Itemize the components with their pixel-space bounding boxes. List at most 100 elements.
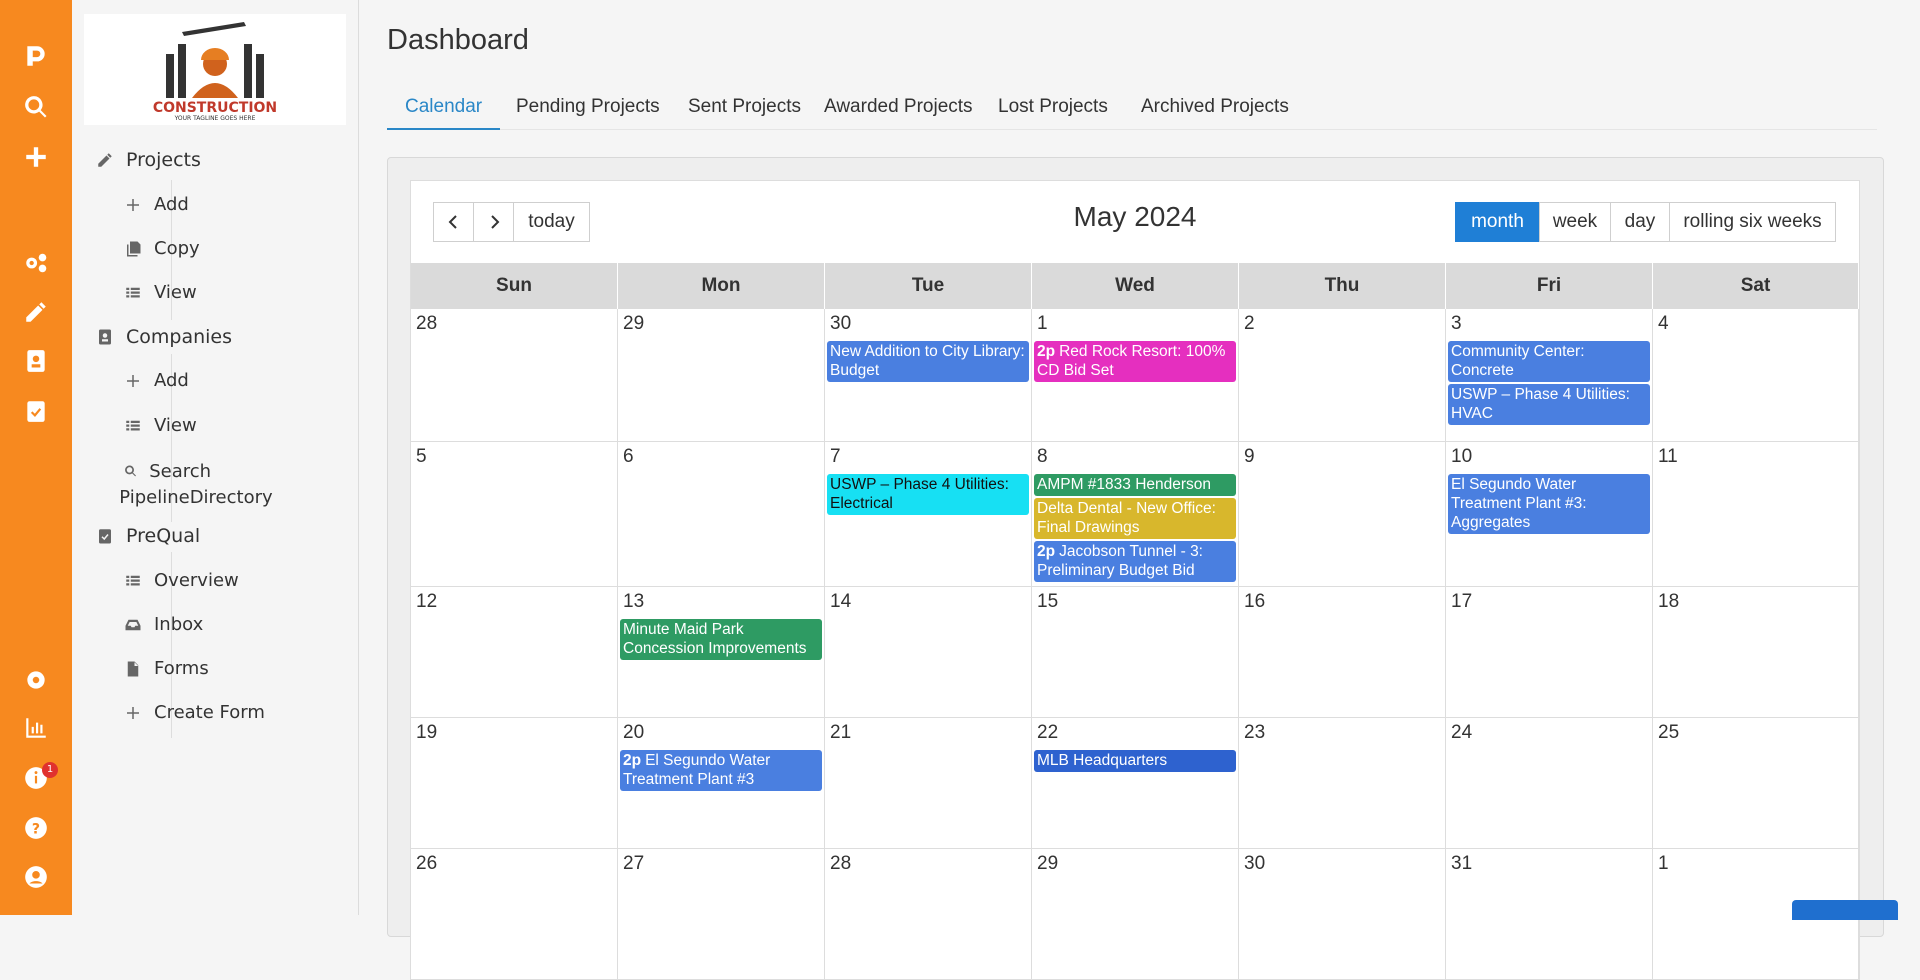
day-cell[interactable]: 12 xyxy=(411,587,618,718)
view-rolling-six-weeks-button[interactable]: rolling six weeks xyxy=(1669,202,1836,242)
nav-prequal[interactable]: PreQual xyxy=(96,525,200,547)
day-cell[interactable]: 11 xyxy=(1653,442,1859,587)
calendar-event[interactable]: New Addition to City Library: Budget xyxy=(827,341,1029,382)
search-icon[interactable] xyxy=(0,89,72,125)
day-cell[interactable]: 3 Community Center: Concrete USWP – Phase … xyxy=(1446,309,1653,442)
day-number[interactable]: 29 xyxy=(1037,853,1058,875)
help-icon[interactable]: ? xyxy=(0,810,72,846)
tab-sent-projects[interactable]: Sent Projects xyxy=(670,86,819,130)
day-number[interactable]: 6 xyxy=(623,446,634,468)
calendar-event[interactable]: USWP – Phase 4 Utilities: Electrical xyxy=(827,474,1029,515)
calendar-event[interactable]: Delta Dental - New Office: Final Drawing… xyxy=(1034,498,1236,539)
day-cell[interactable]: 21 xyxy=(825,718,1032,849)
day-cell[interactable]: 14 xyxy=(825,587,1032,718)
day-number[interactable]: 20 xyxy=(623,722,644,744)
day-number[interactable]: 16 xyxy=(1244,591,1265,613)
day-cell[interactable]: 16 xyxy=(1239,587,1446,718)
day-cell[interactable]: 4 xyxy=(1653,309,1859,442)
contact-card-icon[interactable] xyxy=(0,343,72,379)
calendar-event[interactable]: 2p El Segundo Water Treatment Plant #3 xyxy=(620,750,822,791)
day-cell[interactable]: 23 xyxy=(1239,718,1446,849)
nav-projects-add[interactable]: Add xyxy=(124,194,189,215)
day-number[interactable]: 18 xyxy=(1658,591,1679,613)
day-number[interactable]: 8 xyxy=(1037,446,1048,468)
nav-projects-copy[interactable]: Copy xyxy=(124,238,200,259)
day-cell[interactable]: 2 xyxy=(1239,309,1446,442)
day-number[interactable]: 15 xyxy=(1037,591,1058,613)
day-cell[interactable]: 15 xyxy=(1032,587,1239,718)
day-cell[interactable]: 17 xyxy=(1446,587,1653,718)
day-number[interactable]: 25 xyxy=(1658,722,1679,744)
day-number[interactable]: 23 xyxy=(1244,722,1265,744)
settings-icon[interactable] xyxy=(0,662,72,698)
view-month-button[interactable]: month xyxy=(1455,202,1540,242)
day-cell[interactable]: 5 xyxy=(411,442,618,587)
day-number[interactable]: 5 xyxy=(416,446,427,468)
day-cell[interactable]: 25 xyxy=(1653,718,1859,849)
day-number[interactable]: 22 xyxy=(1037,722,1058,744)
nav-prequal-overview[interactable]: Overview xyxy=(124,570,239,591)
user-icon[interactable] xyxy=(0,859,72,895)
nav-companies-add[interactable]: Add xyxy=(124,370,189,391)
tab-lost-projects[interactable]: Lost Projects xyxy=(980,86,1126,130)
day-number[interactable]: 13 xyxy=(623,591,644,613)
view-week-button[interactable]: week xyxy=(1539,202,1611,242)
gears-icon[interactable] xyxy=(0,245,72,281)
calendar-event[interactable]: AMPM #1833 Henderson xyxy=(1034,474,1236,496)
nav-prequal-inbox[interactable]: Inbox xyxy=(124,614,203,635)
day-number[interactable]: 26 xyxy=(416,853,437,875)
day-number[interactable]: 30 xyxy=(830,313,851,335)
day-number[interactable]: 28 xyxy=(416,313,437,335)
day-number[interactable]: 19 xyxy=(416,722,437,744)
day-cell[interactable]: 30 New Addition to City Library: Budget xyxy=(825,309,1032,442)
day-number[interactable]: 7 xyxy=(830,446,841,468)
day-cell[interactable]: 1 2p Red Rock Resort: 100% CD Bid Set xyxy=(1032,309,1239,442)
day-cell[interactable]: 6 xyxy=(618,442,825,587)
day-number[interactable]: 29 xyxy=(623,313,644,335)
day-cell[interactable]: 9 xyxy=(1239,442,1446,587)
info-icon[interactable]: 1 xyxy=(0,760,72,796)
day-number[interactable]: 24 xyxy=(1451,722,1472,744)
day-cell[interactable]: 29 xyxy=(618,309,825,442)
day-number[interactable]: 9 xyxy=(1244,446,1255,468)
day-number[interactable]: 17 xyxy=(1451,591,1472,613)
day-cell[interactable]: 28 xyxy=(411,309,618,442)
day-number[interactable]: 1 xyxy=(1658,853,1669,875)
calendar-event[interactable]: MLB Headquarters xyxy=(1034,750,1236,772)
day-cell[interactable]: 22 MLB Headquarters xyxy=(1032,718,1239,849)
calendar-event[interactable]: 2p Red Rock Resort: 100% CD Bid Set xyxy=(1034,341,1236,382)
plus-icon[interactable] xyxy=(0,139,72,175)
day-number[interactable]: 4 xyxy=(1658,313,1669,335)
day-number[interactable]: 30 xyxy=(1244,853,1265,875)
day-cell[interactable]: 7 USWP – Phase 4 Utilities: Electrical xyxy=(825,442,1032,587)
day-number[interactable]: 28 xyxy=(830,853,851,875)
tab-archived-projects[interactable]: Archived Projects xyxy=(1123,86,1307,130)
tab-calendar[interactable]: Calendar xyxy=(387,86,501,130)
nav-projects-view[interactable]: View xyxy=(124,282,197,303)
day-number[interactable]: 27 xyxy=(623,853,644,875)
calendar-event[interactable]: USWP – Phase 4 Utilities: HVAC xyxy=(1448,384,1650,425)
day-cell[interactable]: 13 Minute Maid Park Concession Improvemen… xyxy=(618,587,825,718)
day-number[interactable]: 2 xyxy=(1244,313,1255,335)
day-number[interactable]: 3 xyxy=(1451,313,1462,335)
nav-companies-view[interactable]: View xyxy=(124,415,197,436)
day-cell[interactable]: 8 AMPM #1833 Henderson Delta Dental - New … xyxy=(1032,442,1239,587)
tab-awarded-projects[interactable]: Awarded Projects xyxy=(806,86,991,130)
day-number[interactable]: 21 xyxy=(830,722,851,744)
floating-button[interactable] xyxy=(1792,900,1898,920)
pencil-ruler-icon[interactable] xyxy=(0,294,72,330)
nav-projects[interactable]: Projects xyxy=(96,149,201,171)
nav-companies[interactable]: Companies xyxy=(96,326,232,348)
day-cell[interactable]: 24 xyxy=(1446,718,1653,849)
view-day-button[interactable]: day xyxy=(1610,202,1670,242)
calendar-event[interactable]: Community Center: Concrete xyxy=(1448,341,1650,382)
calendar-event[interactable]: Minute Maid Park Concession Improvements xyxy=(620,619,822,660)
nav-prequal-forms[interactable]: Forms xyxy=(124,658,209,679)
day-number[interactable]: 1 xyxy=(1037,313,1048,335)
day-cell[interactable]: 18 xyxy=(1653,587,1859,718)
day-cell[interactable]: 20 2p El Segundo Water Treatment Plant #3 xyxy=(618,718,825,849)
calendar-event[interactable]: 2p Jacobson Tunnel - 3: Preliminary Budge… xyxy=(1034,541,1236,582)
chart-icon[interactable] xyxy=(0,710,72,746)
day-number[interactable]: 31 xyxy=(1451,853,1472,875)
calendar-event[interactable]: El Segundo Water Treatment Plant #3: Agg… xyxy=(1448,474,1650,534)
